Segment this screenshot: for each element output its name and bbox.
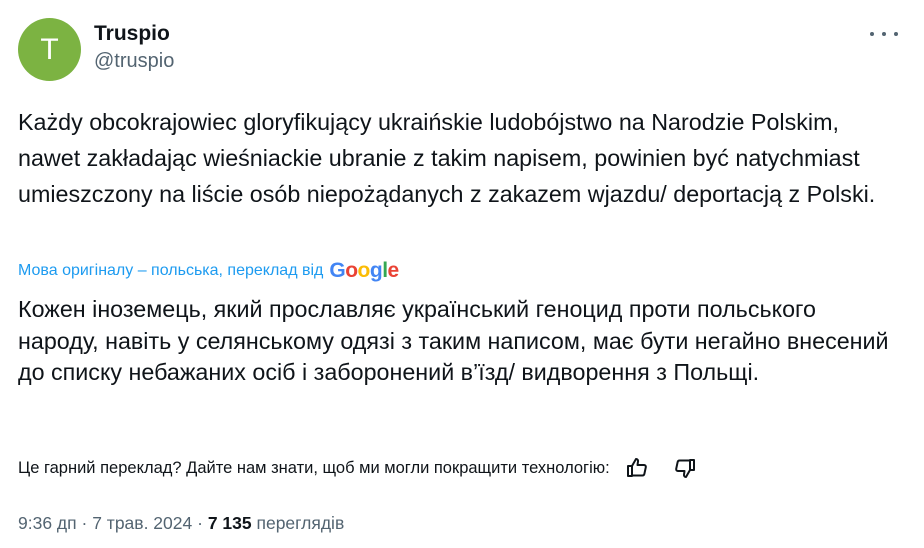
thumbs-up-icon[interactable] (624, 455, 650, 481)
translation-note-link[interactable]: Мова оригіналу – польська, переклад від … (18, 258, 399, 284)
views-count: 7 135 (207, 513, 252, 533)
translation-feedback: Це гарний переклад? Дайте нам знати, щоб… (18, 455, 898, 481)
thumbs-down-icon[interactable] (672, 455, 698, 481)
author-info: Truspio @truspio (94, 21, 174, 74)
more-options-icon[interactable] (870, 24, 898, 44)
tweet-translated-text: Кожен іноземець, який прославляє українс… (18, 296, 889, 385)
tweet-date[interactable]: 7 трав. 2024 (92, 513, 192, 533)
views-label: переглядів (256, 513, 345, 533)
meta-separator: · (197, 513, 203, 533)
tweet-card: T Truspio @truspio Każdy obcokrajowiec g… (0, 0, 924, 548)
meta-separator: · (81, 513, 88, 533)
display-name[interactable]: Truspio (94, 21, 174, 47)
avatar-letter: T (40, 32, 59, 66)
user-handle[interactable]: @truspio (94, 48, 174, 74)
translation-note-text: Мова оригіналу – польська, переклад від (18, 262, 324, 279)
tweet-original-text: Każdy obcokrajowiec gloryfikujący ukraiń… (18, 109, 876, 207)
avatar[interactable]: T (18, 18, 81, 81)
tweet-time[interactable]: 9:36 дп (18, 513, 77, 533)
tweet-meta: 9:36 дп · 7 трав. 2024 · 7 135 перегляді… (18, 511, 344, 535)
google-logo: Google (329, 259, 399, 282)
feedback-prompt: Це гарний переклад? Дайте нам знати, щоб… (18, 459, 610, 477)
